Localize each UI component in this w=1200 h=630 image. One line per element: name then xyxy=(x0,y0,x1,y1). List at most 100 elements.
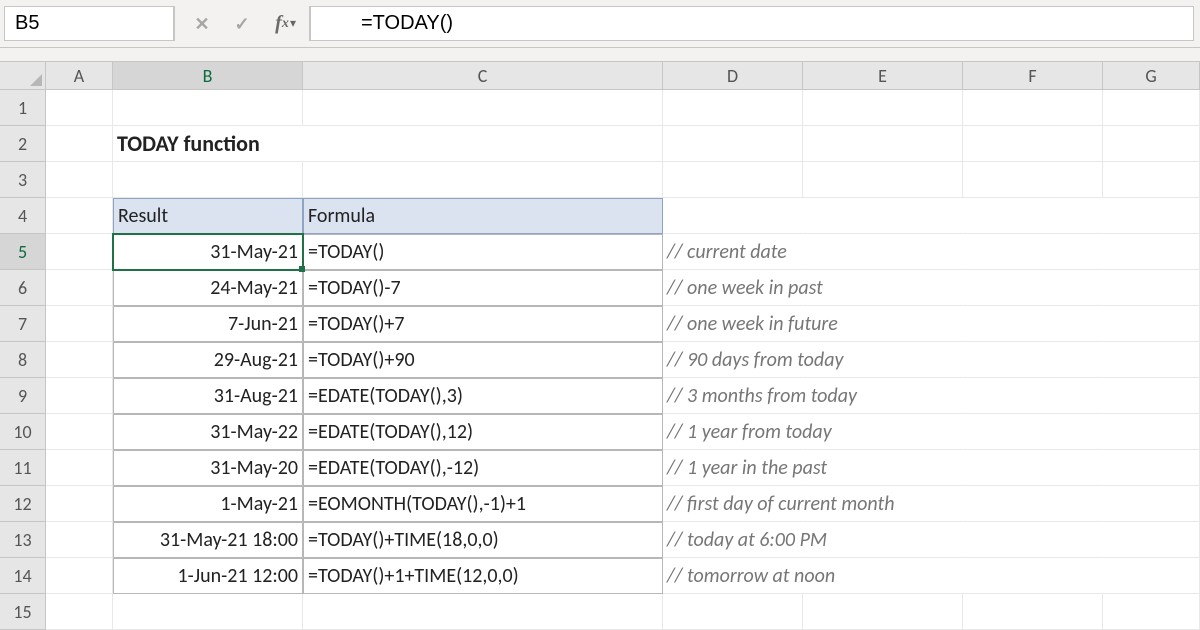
table-header-result[interactable]: Result xyxy=(113,198,303,234)
cell[interactable] xyxy=(963,558,1103,594)
cell[interactable] xyxy=(803,486,963,522)
cell[interactable] xyxy=(46,378,113,414)
row-header[interactable]: 1 xyxy=(0,90,45,126)
cell[interactable] xyxy=(803,378,963,414)
row-header[interactable]: 7 xyxy=(0,306,45,342)
col-header[interactable]: D xyxy=(663,62,803,89)
enter-icon[interactable]: ✓ xyxy=(229,11,255,37)
cell[interactable]: =EDATE(TODAY(),-12) xyxy=(303,450,663,486)
cell[interactable] xyxy=(963,342,1103,378)
cell[interactable] xyxy=(963,234,1103,270)
cell[interactable] xyxy=(963,414,1103,450)
cell-selected[interactable]: 31-May-21 xyxy=(113,234,303,270)
cell[interactable]: 7-Jun-21 xyxy=(113,306,303,342)
cell[interactable] xyxy=(963,198,1103,234)
cell[interactable] xyxy=(963,594,1103,630)
cell[interactable] xyxy=(803,342,963,378)
cancel-icon[interactable]: ✕ xyxy=(189,11,215,37)
cell[interactable] xyxy=(963,486,1103,522)
cell[interactable] xyxy=(46,342,113,378)
row-header[interactable]: 15 xyxy=(0,594,45,630)
row-header[interactable]: 10 xyxy=(0,414,45,450)
cell[interactable] xyxy=(46,306,113,342)
cell[interactable] xyxy=(303,594,663,630)
formula-input[interactable] xyxy=(311,12,1193,35)
cell[interactable] xyxy=(46,162,113,198)
cell[interactable] xyxy=(46,90,113,126)
cell[interactable]: 29-Aug-21 xyxy=(113,342,303,378)
cell[interactable] xyxy=(1103,162,1200,198)
cell[interactable]: =TODAY()+TIME(18,0,0) xyxy=(303,522,663,558)
cell[interactable] xyxy=(46,450,113,486)
cell-comment[interactable]: // 1 year in the past xyxy=(663,450,803,486)
cell[interactable] xyxy=(1103,486,1200,522)
cell[interactable] xyxy=(963,450,1103,486)
cell[interactable]: =EDATE(TODAY(),3) xyxy=(303,378,663,414)
col-header[interactable]: G xyxy=(1103,62,1200,89)
cell[interactable]: =TODAY()+1+TIME(12,0,0) xyxy=(303,558,663,594)
cell[interactable] xyxy=(46,522,113,558)
row-header[interactable]: 6 xyxy=(0,270,45,306)
cell[interactable] xyxy=(46,414,113,450)
cell[interactable] xyxy=(1103,414,1200,450)
row-header[interactable]: 9 xyxy=(0,378,45,414)
cell[interactable] xyxy=(1103,450,1200,486)
cell-comment[interactable]: // first day of current month xyxy=(663,486,803,522)
cell[interactable]: 31-May-22 xyxy=(113,414,303,450)
page-title[interactable]: TODAY function xyxy=(113,126,303,162)
cell[interactable] xyxy=(46,486,113,522)
row-header[interactable]: 2 xyxy=(0,126,45,162)
cell[interactable] xyxy=(303,162,663,198)
row-header[interactable]: 8 xyxy=(0,342,45,378)
cell[interactable] xyxy=(1103,522,1200,558)
cell[interactable] xyxy=(1103,342,1200,378)
cell[interactable] xyxy=(46,558,113,594)
col-header[interactable]: C xyxy=(303,62,663,89)
cell[interactable] xyxy=(803,234,963,270)
cell[interactable] xyxy=(303,90,663,126)
cell[interactable] xyxy=(803,162,963,198)
cell[interactable] xyxy=(1103,198,1200,234)
cell[interactable]: =TODAY()-7 xyxy=(303,270,663,306)
cell[interactable] xyxy=(1103,270,1200,306)
row-header[interactable]: 3 xyxy=(0,162,45,198)
cell-comment[interactable]: // current date xyxy=(663,234,803,270)
cell[interactable]: =EDATE(TODAY(),12) xyxy=(303,414,663,450)
row-header[interactable]: 11 xyxy=(0,450,45,486)
cell-comment[interactable]: // one week in future xyxy=(663,306,803,342)
cell[interactable] xyxy=(803,594,963,630)
cell[interactable] xyxy=(963,270,1103,306)
col-header[interactable]: F xyxy=(963,62,1103,89)
cell[interactable] xyxy=(803,522,963,558)
cell[interactable] xyxy=(963,522,1103,558)
cell[interactable] xyxy=(963,90,1103,126)
cell[interactable] xyxy=(1103,234,1200,270)
cell[interactable] xyxy=(663,162,803,198)
cell[interactable] xyxy=(663,198,803,234)
cell[interactable] xyxy=(113,90,303,126)
cell[interactable] xyxy=(1103,378,1200,414)
fx-icon[interactable]: fx xyxy=(269,11,295,37)
cell[interactable] xyxy=(663,90,803,126)
cell[interactable]: =TODAY()+90 xyxy=(303,342,663,378)
cell[interactable] xyxy=(803,198,963,234)
row-header[interactable]: 12 xyxy=(0,486,45,522)
cell[interactable]: 31-Aug-21 xyxy=(113,378,303,414)
cell[interactable] xyxy=(803,270,963,306)
cell[interactable] xyxy=(1103,126,1200,162)
cell[interactable] xyxy=(803,306,963,342)
cell-comment[interactable]: // 90 days from today xyxy=(663,342,803,378)
cell[interactable] xyxy=(1103,90,1200,126)
cell[interactable] xyxy=(1103,558,1200,594)
cell[interactable]: =EOMONTH(TODAY(),-1)+1 xyxy=(303,486,663,522)
cell[interactable] xyxy=(46,594,113,630)
cell[interactable]: 24-May-21 xyxy=(113,270,303,306)
col-header[interactable]: A xyxy=(46,62,113,89)
cell[interactable] xyxy=(46,234,113,270)
cell[interactable] xyxy=(113,162,303,198)
cell-comment[interactable]: // 3 months from today xyxy=(663,378,803,414)
cell[interactable]: =TODAY()+7 xyxy=(303,306,663,342)
row-header[interactable]: 4 xyxy=(0,198,45,234)
cell[interactable]: =TODAY() xyxy=(303,234,663,270)
name-box[interactable]: ▾ xyxy=(4,6,174,41)
